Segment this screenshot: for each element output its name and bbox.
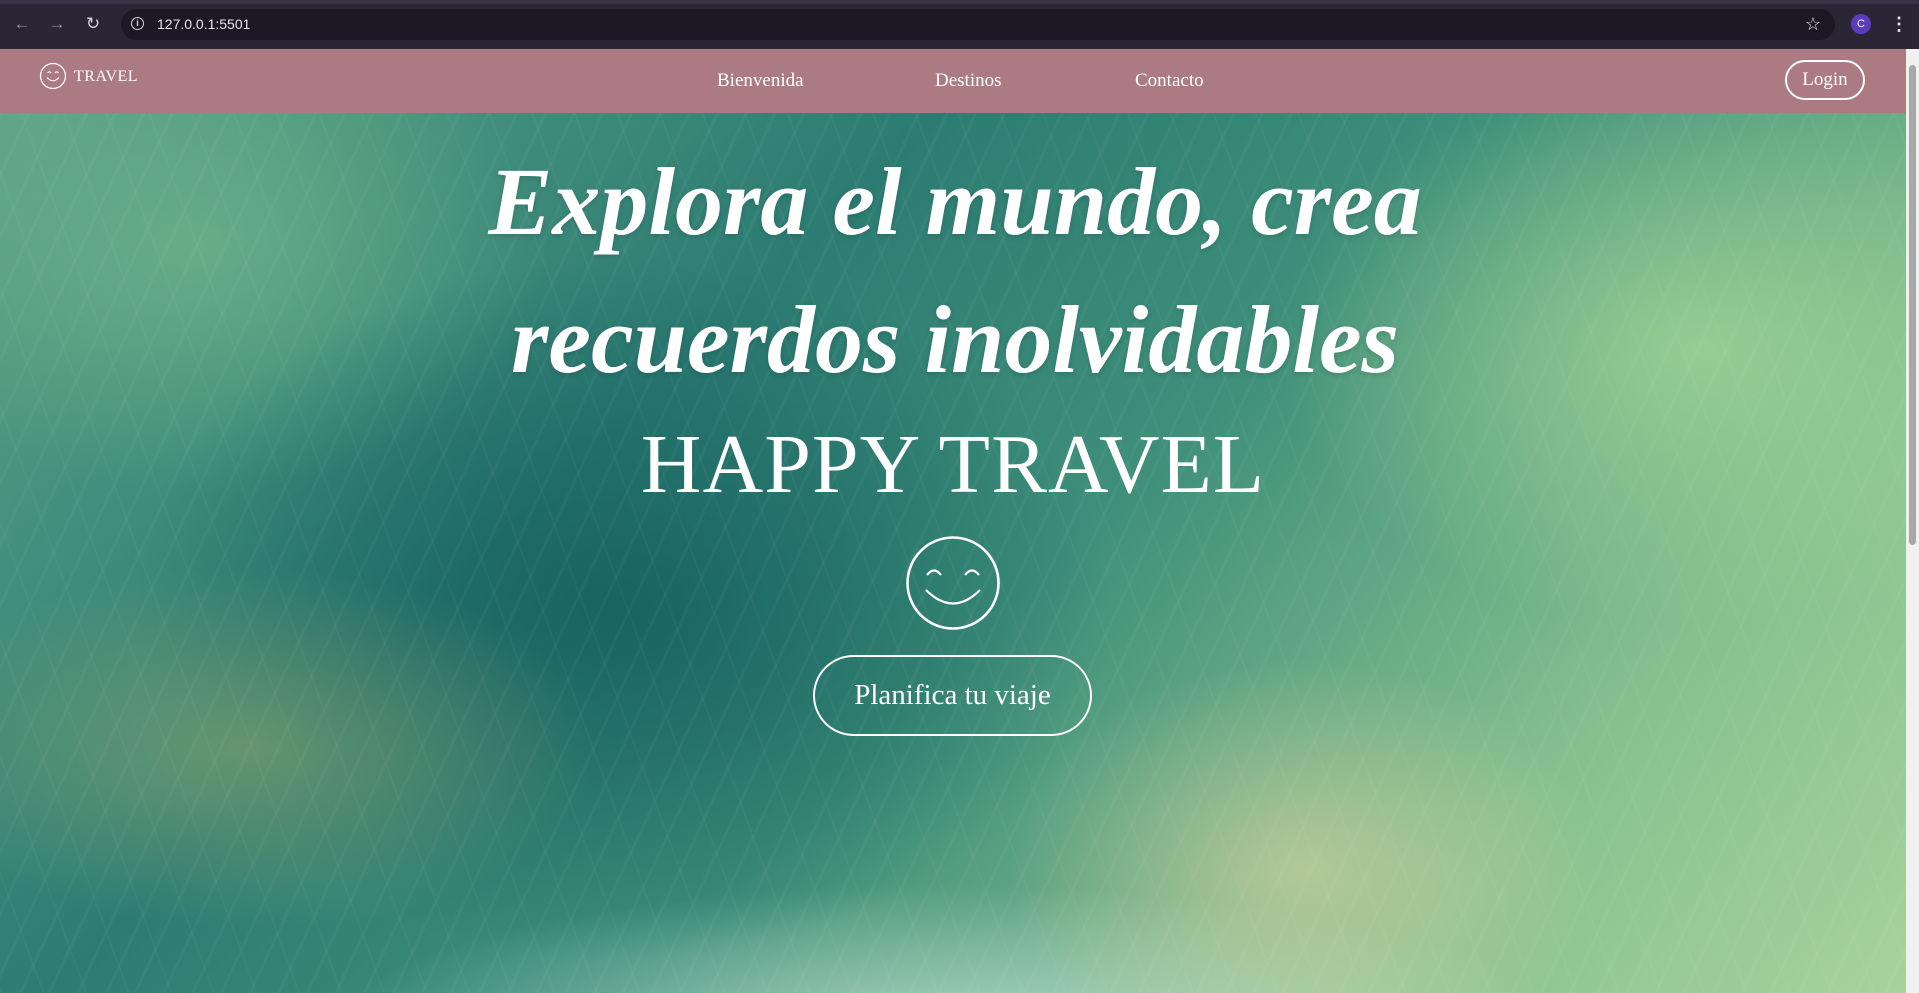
reload-icon[interactable]: ↻ xyxy=(82,13,104,35)
address-bar[interactable]: i 127.0.0.1:5501 ☆ xyxy=(121,9,1835,40)
menu-kebab-icon[interactable]: ⋮ xyxy=(1890,13,1908,35)
logo-text: TRAVEL xyxy=(74,68,139,85)
browser-toolbar: ← → ↻ i 127.0.0.1:5501 ☆ C ⋮ xyxy=(0,0,1919,49)
back-arrow-icon[interactable]: ← xyxy=(11,13,33,35)
headline-line-2: recuerdos inolvidables xyxy=(511,286,1399,393)
site-info-icon[interactable]: i xyxy=(131,17,144,30)
smiley-face-icon xyxy=(906,536,1000,630)
brand-title: HAPPY TRAVEL xyxy=(640,418,1266,511)
url-text[interactable]: 127.0.0.1:5501 xyxy=(157,16,250,33)
page-scrollbar[interactable] xyxy=(1906,49,1919,993)
smiley-logo-icon xyxy=(39,62,67,90)
plan-trip-button[interactable]: Planifica tu viaje xyxy=(813,655,1092,736)
forward-arrow-icon[interactable]: → xyxy=(46,13,68,35)
nav-link-destinos[interactable]: Destinos xyxy=(935,70,1002,92)
bookmark-star-icon[interactable]: ☆ xyxy=(1805,14,1821,34)
hero-headline: Explora el mundo, crea recuerdos inolvid… xyxy=(405,133,1505,409)
site-header: TRAVEL Bienvenida Destinos Contacto Logi… xyxy=(0,49,1906,113)
profile-avatar[interactable]: C xyxy=(1851,14,1871,34)
nav-link-contacto[interactable]: Contacto xyxy=(1135,70,1204,92)
nav-link-bienvenida[interactable]: Bienvenida xyxy=(717,70,804,92)
headline-line-1: Explora el mundo, crea xyxy=(488,148,1422,255)
tab-strip xyxy=(0,0,1919,4)
scrollbar-thumb[interactable] xyxy=(1909,65,1916,545)
login-button[interactable]: Login xyxy=(1785,60,1865,100)
page-viewport: TRAVEL Bienvenida Destinos Contacto Logi… xyxy=(0,49,1906,993)
